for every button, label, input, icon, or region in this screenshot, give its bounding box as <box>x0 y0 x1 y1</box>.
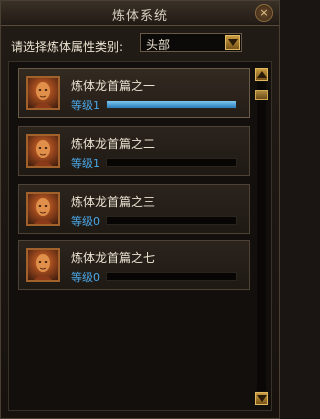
progress-bar <box>106 272 237 281</box>
skill-level: 等级1 <box>71 157 100 170</box>
scroll-up-button[interactable] <box>255 68 268 81</box>
scroll-track[interactable] <box>257 82 266 391</box>
scrollbar[interactable] <box>255 68 268 405</box>
progress-fill <box>107 101 236 108</box>
skill-level: 等级1 <box>71 99 100 112</box>
skill-portrait-icon <box>26 192 60 226</box>
progress-bar <box>106 100 237 109</box>
arrow-down-icon <box>257 395 267 402</box>
skill-level: 等级0 <box>71 271 100 284</box>
skill-entry[interactable]: 炼体龙首篇之二 等级1 <box>18 126 250 176</box>
skill-entry[interactable]: 炼体龙首篇之一 等级1 <box>18 68 250 118</box>
arrow-up-icon <box>257 71 267 78</box>
skill-portrait-icon <box>26 248 60 282</box>
close-icon: × <box>259 6 269 19</box>
skill-portrait-icon <box>26 134 60 168</box>
window-title: 炼体系统 <box>111 9 168 24</box>
skill-name: 炼体龙首篇之七 <box>71 251 156 265</box>
title-bar[interactable]: 炼体系统 × <box>1 1 279 26</box>
progress-bar <box>106 216 237 225</box>
chevron-down-icon[interactable] <box>225 35 240 50</box>
skill-entry[interactable]: 炼体龙首篇之三 等级0 <box>18 184 250 234</box>
skill-portrait-icon <box>26 76 60 110</box>
close-button[interactable]: × <box>255 4 273 22</box>
skill-name: 炼体龙首篇之二 <box>71 137 156 151</box>
scroll-down-button[interactable] <box>255 392 268 405</box>
progress-bar <box>106 158 237 167</box>
skill-entry[interactable]: 炼体龙首篇之七 等级0 <box>18 240 250 290</box>
category-label: 请选择炼体属性类别: <box>11 40 124 54</box>
category-select-value: 头部 <box>146 38 171 52</box>
scroll-thumb[interactable] <box>255 90 268 100</box>
refinement-window: 炼体系统 × 请选择炼体属性类别: 头部 炼体龙首篇之一 等级1 炼体龙首篇之二 等级… <box>0 0 280 419</box>
skill-list-panel: 炼体龙首篇之一 等级1 炼体龙首篇之二 等级1 炼体龙首篇之三 等级0 炼体龙首篇之七 等级0 <box>8 61 272 411</box>
skill-name: 炼体龙首篇之三 <box>71 195 156 209</box>
skill-level: 等级0 <box>71 215 100 228</box>
category-select[interactable]: 头部 <box>140 33 242 52</box>
skill-name: 炼体龙首篇之一 <box>71 79 156 93</box>
